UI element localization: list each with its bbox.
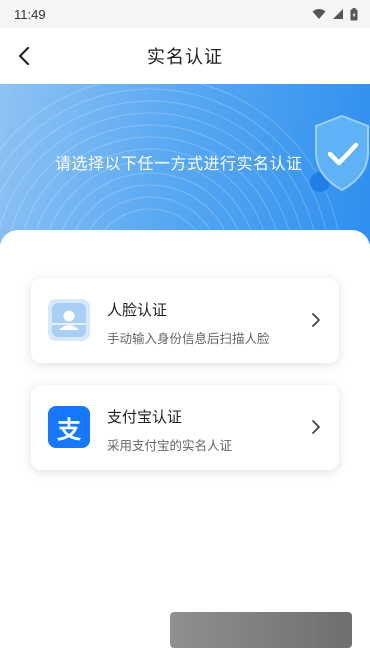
banner-text: 请选择以下任一方式进行实名认证	[55, 154, 303, 173]
alipay-glyph: 支	[57, 415, 81, 444]
nav-bar: 实名认证	[0, 28, 370, 84]
status-icons	[312, 7, 358, 21]
status-bar: 11:49	[0, 0, 370, 28]
back-arrow-icon	[18, 46, 30, 66]
signal-icon	[333, 9, 343, 19]
banner: 请选择以下任一方式进行实名认证	[0, 84, 370, 244]
face-verification-desc: 手动输入身份信息后扫描人脸	[107, 331, 270, 346]
face-verification-title: 人脸认证	[107, 301, 168, 319]
page-title: 实名认证	[147, 47, 223, 68]
shield-check-icon	[310, 114, 369, 192]
chevron-right-icon	[312, 420, 320, 434]
wifi-icon	[312, 9, 326, 19]
battery-icon	[350, 7, 358, 20]
content-panel: 人脸认证 手动输入身份信息后扫描人脸 支 支付宝认证 采用支付宝的实名人证	[0, 230, 370, 658]
back-button[interactable]	[10, 42, 38, 70]
chevron-right-icon	[312, 313, 320, 327]
alipay-icon: 支	[48, 406, 90, 448]
face-scan-icon	[48, 299, 90, 341]
face-verification-option[interactable]: 人脸认证 手动输入身份信息后扫描人脸	[31, 278, 339, 363]
watermark-logo	[170, 612, 352, 648]
alipay-verification-title: 支付宝认证	[107, 408, 183, 426]
alipay-verification-desc: 采用支付宝的实名人证	[107, 438, 233, 453]
alipay-verification-option[interactable]: 支 支付宝认证 采用支付宝的实名人证	[31, 385, 339, 470]
status-time: 11:49	[14, 6, 46, 22]
